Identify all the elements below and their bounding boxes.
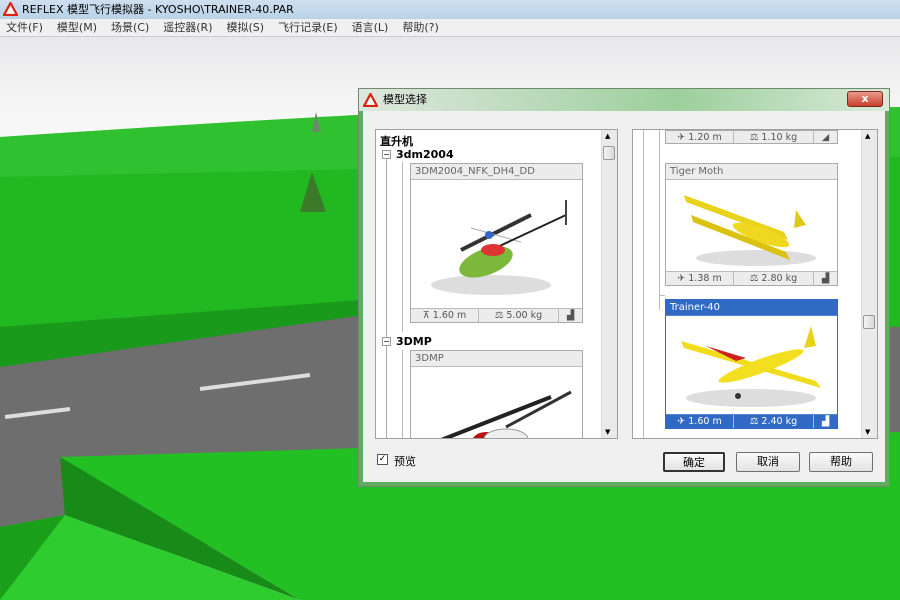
model-stats: ⊼ 1.60 m ⚖ 5.00 kg ▟ (411, 308, 582, 322)
wingspan: ✈ 1.38 m (666, 272, 734, 285)
menu-language[interactable]: 语言(L) (352, 19, 389, 36)
right-scrollbar[interactable]: ▲ ▼ (861, 130, 877, 438)
wingspan: ✈ 1.20 m (666, 131, 734, 143)
scroll-up-icon[interactable]: ▲ (605, 132, 610, 140)
menu-flight-record[interactable]: 飞行记录(E) (278, 19, 338, 36)
helicopter-preview-image (431, 200, 567, 295)
weight: ⚖ 1.10 kg (734, 131, 814, 143)
model-stats: ✈ 1.60 m ⚖ 2.40 kg ▟ (666, 414, 837, 428)
menu-help[interactable]: 帮助(?) (402, 19, 438, 36)
tree-category[interactable]: 直升机 (380, 133, 413, 149)
weight: ⚖ 5.00 kg (479, 309, 559, 322)
weight: ⚖ 2.80 kg (734, 272, 814, 285)
model-name: 3DM2004_NFK_DH4_DD (411, 164, 582, 180)
dialog-title: 模型选择 (383, 93, 427, 106)
tree-group-3dmp[interactable]: 3DMP (396, 335, 432, 348)
wingspan-value: 1.60 m (688, 416, 722, 427)
wingspan: ⊼ 1.60 m (411, 309, 479, 322)
right-model-list[interactable]: ✈ 1.20 m ⚖ 1.10 kg ◢ Tiger Moth ✈ 1.38 m… (632, 129, 878, 439)
dialog-titlebar: 模型选择 x (359, 89, 889, 111)
tree-line (643, 130, 644, 438)
type-icon: ▟ (821, 416, 830, 427)
menu-model[interactable]: 模型(M) (57, 19, 97, 36)
ok-button[interactable]: 确定 (663, 452, 725, 472)
model-stats: ✈ 1.20 m ⚖ 1.10 kg ◢ (665, 130, 838, 144)
weight-value: 1.10 kg (761, 132, 798, 143)
model-card-3dm2004[interactable]: 3DM2004_NFK_DH4_DD ⊼ 1.60 m ⚖ 5.00 kg ▟ (410, 163, 583, 323)
scroll-up-icon[interactable]: ▲ (865, 132, 870, 140)
weight: ⚖ 2.40 kg (734, 415, 814, 428)
model-card-3dmp[interactable]: 3DMP (410, 350, 583, 438)
tree-line (659, 295, 665, 296)
trainer-40-preview-image (681, 326, 821, 407)
reflex-logo-icon (363, 93, 378, 107)
left-scrollbar[interactable]: ▲ ▼ (601, 130, 617, 438)
model-select-dialog: 模型选择 x 直升机 − 3dm2004 3DM2004_NFK_DH4_DD … (358, 88, 890, 487)
model-name: 3DMP (411, 351, 582, 367)
wingspan-value: 1.38 m (688, 273, 722, 284)
menu-simulation[interactable]: 模拟(S) (227, 19, 265, 36)
model-name: Trainer-40 (666, 300, 837, 316)
tree-group-3dm2004[interactable]: 3dm2004 (396, 148, 454, 161)
preview-checkbox[interactable]: ✓ (377, 454, 388, 465)
scroll-down-icon[interactable]: ▼ (865, 428, 870, 436)
type-icon: ▟ (566, 310, 575, 321)
type-icon: ◢ (821, 132, 830, 143)
menu-controller[interactable]: 遥控器(R) (163, 19, 212, 36)
scroll-down-icon[interactable]: ▼ (605, 428, 610, 436)
window-title: REFLEX 模型飞行模拟器 - KYOSHO\TRAINER-40.PAR (22, 3, 294, 16)
model-stats: ✈ 1.38 m ⚖ 2.80 kg ▟ (666, 271, 837, 285)
scroll-thumb[interactable] (603, 146, 615, 160)
menu-bar: 文件(F) 模型(M) 场景(C) 遥控器(R) 模拟(S) 飞行记录(E) 语… (0, 19, 900, 37)
tiger-moth-preview-image (684, 195, 816, 266)
menu-scene[interactable]: 场景(C) (111, 19, 149, 36)
wingspan-value: 1.60 m (432, 310, 467, 321)
menu-file[interactable]: 文件(F) (6, 19, 43, 36)
collapse-icon[interactable]: − (382, 337, 391, 346)
collapse-icon[interactable]: − (382, 150, 391, 159)
wingspan: ✈ 1.60 m (666, 415, 734, 428)
close-button[interactable]: x (847, 91, 883, 107)
model-card-tiger-moth[interactable]: Tiger Moth ✈ 1.38 m ⚖ 2.80 kg ▟ (665, 163, 838, 286)
left-model-tree[interactable]: 直升机 − 3dm2004 3DM2004_NFK_DH4_DD ⊼ 1.60 … (375, 129, 618, 439)
help-button[interactable]: 帮助 (809, 452, 873, 472)
wingspan-value: 1.20 m (688, 132, 722, 143)
app-titlebar: REFLEX 模型飞行模拟器 - KYOSHO\TRAINER-40.PAR (0, 0, 900, 19)
weight-value: 5.00 kg (506, 310, 543, 321)
scroll-thumb[interactable] (863, 315, 875, 329)
type-icon: ▟ (821, 273, 830, 284)
tree-line (402, 350, 403, 438)
tree-line (402, 162, 403, 332)
tree-line (386, 154, 387, 438)
cancel-button[interactable]: 取消 (736, 452, 800, 472)
helicopter-preview-image (440, 390, 572, 438)
preview-label: 预览 (394, 455, 416, 468)
weight-value: 2.40 kg (761, 416, 798, 427)
weight-value: 2.80 kg (761, 273, 798, 284)
model-name: Tiger Moth (666, 164, 837, 180)
tree-line (659, 130, 660, 310)
reflex-logo-icon (3, 2, 18, 16)
model-card-trainer-40[interactable]: Trainer-40 ✈ 1.60 m ⚖ 2.40 kg ▟ (665, 299, 838, 429)
